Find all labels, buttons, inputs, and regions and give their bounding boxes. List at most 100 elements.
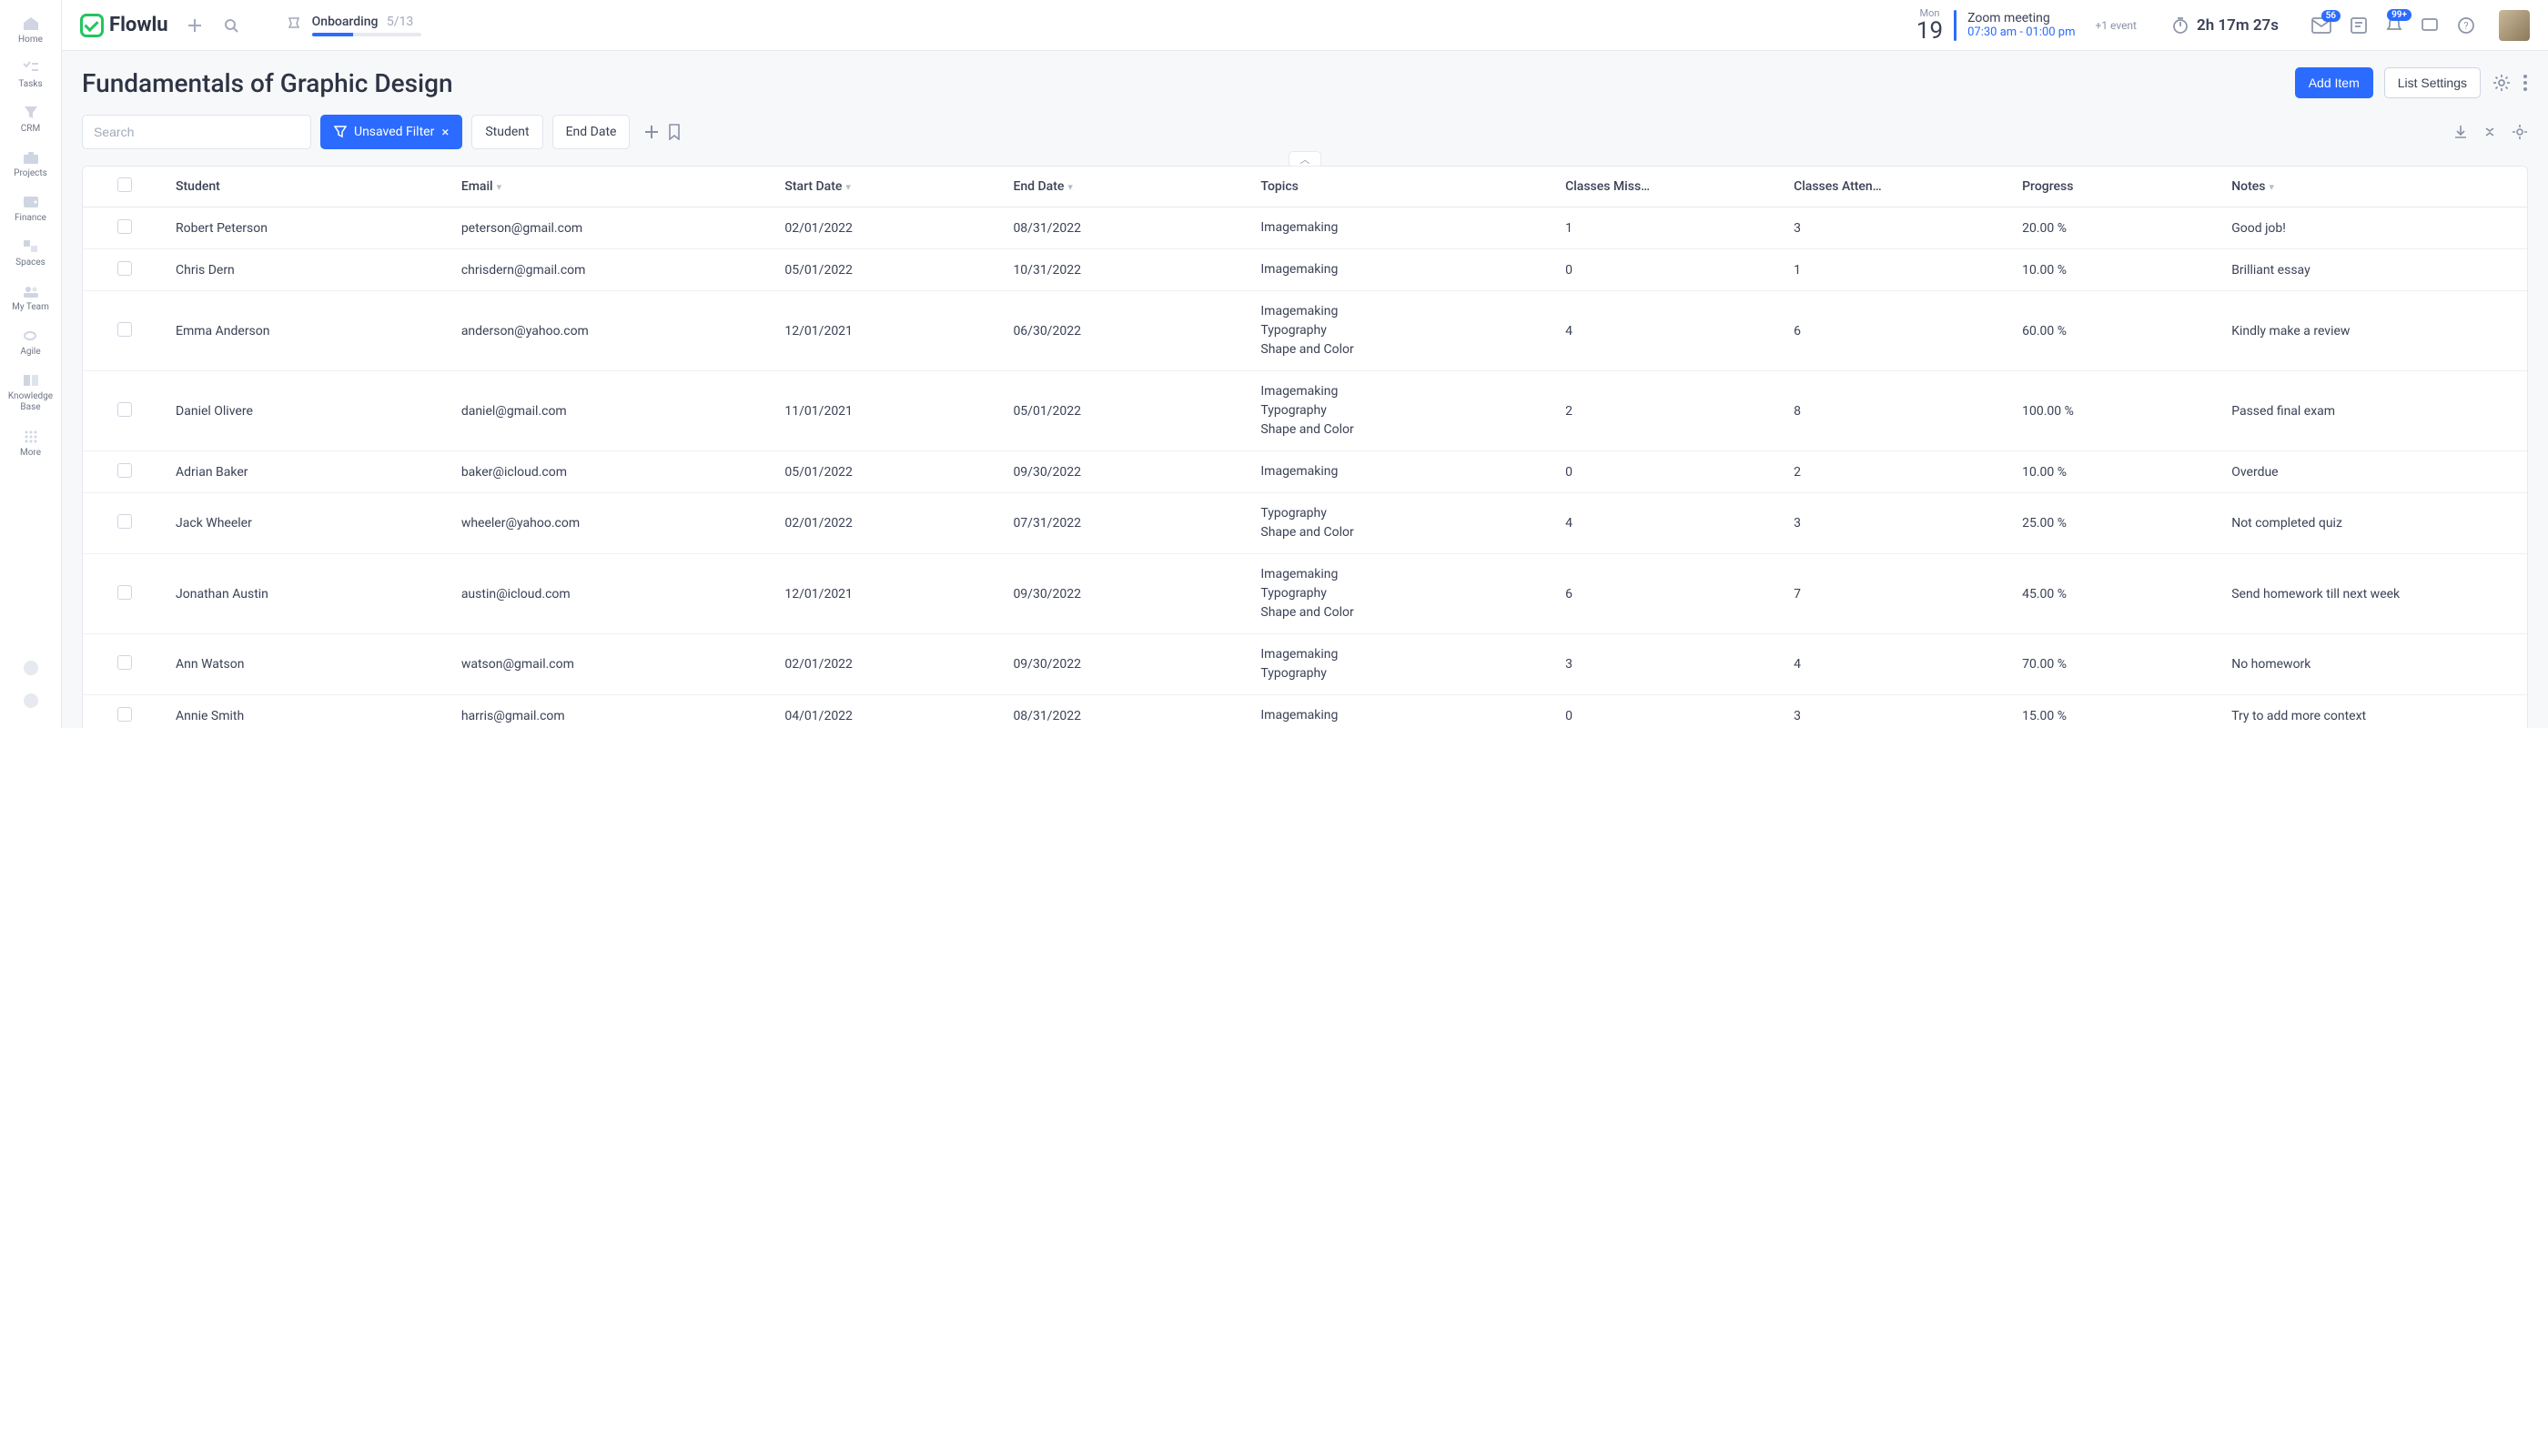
- row-checkbox[interactable]: [117, 655, 132, 670]
- cell-topics: ImagemakingTypography: [1251, 634, 1556, 695]
- table-row[interactable]: Ann Watsonwatson@gmail.com02/01/202209/3…: [83, 634, 2527, 695]
- sidebar-item-label: My Team: [12, 302, 49, 312]
- cell-start: 05/01/2022: [775, 451, 1004, 493]
- cell-student: Daniel Olivere: [167, 371, 452, 451]
- add-item-button[interactable]: Add Item: [2295, 67, 2373, 98]
- search-icon[interactable]: [221, 15, 241, 35]
- cell-progress: 10.00 %: [2013, 451, 2222, 493]
- table-row[interactable]: Annie Smithharris@gmail.com04/01/202208/…: [83, 695, 2527, 729]
- sidebar-item-team[interactable]: My Team: [0, 275, 61, 319]
- close-icon[interactable]: ×: [441, 124, 449, 140]
- cell-email: austin@icloud.com: [452, 554, 776, 634]
- col-missed[interactable]: Classes Miss…: [1556, 167, 1785, 207]
- col-attended[interactable]: Classes Atten…: [1785, 167, 2013, 207]
- onboarding-progress: [312, 33, 421, 36]
- cell-topics: ImagemakingTypographyShape and Color: [1251, 371, 1556, 451]
- table-row[interactable]: Robert Petersonpeterson@gmail.com02/01/2…: [83, 207, 2527, 249]
- table-row[interactable]: Daniel Oliveredaniel@gmail.com11/01/2021…: [83, 371, 2527, 451]
- row-checkbox[interactable]: [117, 219, 132, 234]
- table-row[interactable]: Emma Andersonanderson@yahoo.com12/01/202…: [83, 291, 2527, 371]
- sidebar-item-finance[interactable]: Finance: [0, 186, 61, 230]
- list-settings-button[interactable]: List Settings: [2384, 67, 2481, 98]
- plus-icon[interactable]: [185, 15, 205, 35]
- cell-start: 04/01/2022: [775, 695, 1004, 729]
- sidebar-item-crm[interactable]: CRM: [0, 96, 61, 141]
- svg-text:?: ?: [2463, 20, 2468, 32]
- row-checkbox[interactable]: [117, 514, 132, 529]
- add-filter-icon[interactable]: [644, 125, 659, 139]
- expand-table-toggle[interactable]: ︿: [1289, 151, 1321, 166]
- settings-gear-icon[interactable]: [22, 692, 40, 710]
- cell-progress: 20.00 %: [2013, 207, 2222, 249]
- unsaved-filter-chip[interactable]: Unsaved Filter ×: [320, 115, 462, 149]
- student-filter-chip[interactable]: Student: [471, 115, 542, 149]
- col-student[interactable]: Student: [167, 167, 452, 207]
- chat-button[interactable]: [2421, 16, 2439, 35]
- cell-end: 08/31/2022: [1004, 207, 1251, 249]
- divider: [1954, 10, 1956, 41]
- page-settings-icon[interactable]: [2492, 73, 2512, 93]
- event-widget[interactable]: Zoom meeting 07:30 am - 01:00 pm: [1967, 11, 2075, 39]
- user-avatar[interactable]: [2499, 10, 2530, 41]
- cell-email: chrisdern@gmail.com: [452, 249, 776, 291]
- onboarding-count: 5/13: [387, 15, 413, 29]
- cell-email: harris@gmail.com: [452, 695, 776, 729]
- help-icon[interactable]: [22, 659, 40, 677]
- row-checkbox[interactable]: [117, 585, 132, 600]
- row-checkbox[interactable]: [117, 261, 132, 276]
- question-icon: ?: [2457, 16, 2475, 35]
- cell-email: watson@gmail.com: [452, 634, 776, 695]
- chevron-down-icon: ▾: [497, 181, 502, 193]
- cell-topics: ImagemakingTypographyShape and Color: [1251, 291, 1556, 371]
- row-checkbox[interactable]: [117, 402, 132, 417]
- col-end[interactable]: End Date▾: [1004, 167, 1251, 207]
- col-notes[interactable]: Notes▾: [2222, 167, 2527, 207]
- sidebar-item-projects[interactable]: Projects: [0, 141, 61, 186]
- collapse-icon[interactable]: [2484, 126, 2495, 138]
- cell-missed: 3: [1556, 634, 1785, 695]
- date-widget[interactable]: Mon 19: [1916, 7, 1943, 43]
- sidebar-item-spaces[interactable]: Spaces: [0, 230, 61, 275]
- sidebar-item-label: Finance: [15, 213, 46, 223]
- select-all-checkbox[interactable]: [117, 177, 132, 192]
- brand-logo[interactable]: Flowlu: [80, 14, 168, 37]
- inbox-button[interactable]: 56: [2311, 17, 2331, 34]
- help-button[interactable]: ?: [2457, 16, 2475, 35]
- sidebar-item-kb[interactable]: Knowledge Base: [0, 364, 61, 420]
- table-row[interactable]: Chris Dernchrisdern@gmail.com05/01/20221…: [83, 249, 2527, 291]
- cell-notes: Overdue: [2222, 451, 2527, 493]
- onboarding-label: Onboarding: [312, 15, 379, 29]
- cell-topics: Imagemaking: [1251, 249, 1556, 291]
- table-row[interactable]: Jonathan Austinaustin@icloud.com12/01/20…: [83, 554, 2527, 634]
- table-row[interactable]: Jack Wheelerwheeler@yahoo.com02/01/20220…: [83, 493, 2527, 554]
- onboarding-widget[interactable]: Onboarding 5/13: [285, 15, 421, 36]
- end-date-filter-chip[interactable]: End Date: [552, 115, 631, 149]
- cell-start: 02/01/2022: [775, 493, 1004, 554]
- table-settings-icon[interactable]: [2512, 124, 2528, 140]
- notes-button[interactable]: [2350, 16, 2368, 35]
- notifications-button[interactable]: 99+: [2386, 16, 2402, 35]
- row-checkbox[interactable]: [117, 707, 132, 722]
- download-icon[interactable]: [2453, 125, 2468, 139]
- more-menu-icon[interactable]: [2523, 74, 2528, 92]
- row-checkbox[interactable]: [117, 463, 132, 478]
- timer-value: 2h 17m 27s: [2197, 16, 2279, 35]
- search-input[interactable]: [82, 115, 311, 149]
- row-checkbox[interactable]: [117, 322, 132, 337]
- sidebar-item-agile[interactable]: Agile: [0, 319, 61, 364]
- cell-missed: 1: [1556, 207, 1785, 249]
- col-start[interactable]: Start Date▾: [775, 167, 1004, 207]
- col-progress[interactable]: Progress: [2013, 167, 2222, 207]
- more-events[interactable]: +1 event: [2096, 19, 2137, 32]
- timer-widget[interactable]: 2h 17m 27s: [2171, 16, 2279, 35]
- sidebar-item-home[interactable]: Home: [0, 7, 61, 52]
- col-topics[interactable]: Topics: [1251, 167, 1556, 207]
- cell-topics: Imagemaking: [1251, 207, 1556, 249]
- filter-icon: [334, 126, 347, 138]
- sidebar-item-tasks[interactable]: Tasks: [0, 52, 61, 96]
- col-email[interactable]: Email▾: [452, 167, 776, 207]
- sidebar-item-more[interactable]: More: [0, 420, 61, 465]
- bookmark-icon[interactable]: [668, 124, 681, 140]
- table-row[interactable]: Adrian Bakerbaker@icloud.com05/01/202209…: [83, 451, 2527, 493]
- cell-student: Robert Peterson: [167, 207, 452, 249]
